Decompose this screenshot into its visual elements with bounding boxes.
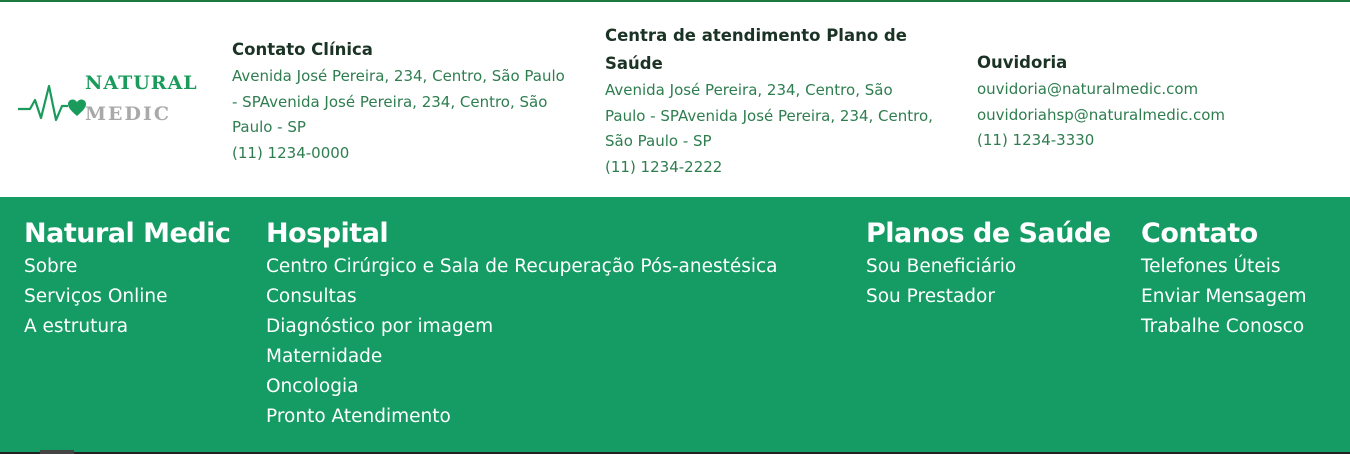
ouvidoria-phone[interactable]: (11) 1234-3330 — [977, 128, 1337, 154]
footer-column-planos: Planos de Saúde Sou Beneficiário Sou Pre… — [866, 216, 1111, 312]
contato-clinica-address: Avenida José Pereira, 234, Centro, São P… — [232, 67, 565, 136]
ouvidoria-title: Ouvidoria — [977, 53, 1068, 72]
footer-link-pronto-atendimento[interactable]: Pronto Atendimento — [266, 402, 778, 432]
footer-link-diagnostico[interactable]: Diagnóstico por imagem — [266, 312, 778, 342]
ouvidoria-email-1[interactable]: ouvidoria@naturalmedic.com — [977, 77, 1337, 103]
footer-link-enviar-mensagem[interactable]: Enviar Mensagem — [1141, 282, 1307, 312]
footer-heading-natural-medic: Natural Medic — [24, 218, 231, 249]
footer-link-trabalhe-conosco[interactable]: Trabalhe Conosco — [1141, 312, 1307, 342]
plano-saude-title: Centra de atendimento Plano de Saúde — [605, 26, 907, 73]
footer-heading-contato: Contato — [1141, 218, 1258, 249]
footer-link-sou-prestador[interactable]: Sou Prestador — [866, 282, 1111, 312]
ouvidoria-email-2[interactable]: ouvidoriahsp@naturalmedic.com — [977, 103, 1337, 129]
natural-medic-logo[interactable]: NATURAL MEDIC — [16, 70, 216, 132]
contato-clinica-phone[interactable]: (11) 1234-0000 — [232, 141, 572, 167]
contato-clinica-block: Contato Clínica Avenida José Pereira, 23… — [232, 36, 572, 166]
plano-saude-block: Centra de atendimento Plano de Saúde Ave… — [605, 22, 935, 180]
footer-link-a-estrutura[interactable]: A estrutura — [24, 312, 230, 342]
heartbeat-heart-icon — [18, 84, 86, 122]
logo-text-natural: NATURAL — [85, 72, 198, 94]
scroll-indicator — [40, 450, 74, 454]
logo-text-medic: MEDIC — [85, 103, 171, 125]
footer-column-contato: Contato Telefones Úteis Enviar Mensagem … — [1141, 216, 1307, 342]
footer-nav: Natural Medic Sobre Serviços Online A es… — [0, 197, 1350, 454]
footer-link-sobre[interactable]: Sobre — [24, 252, 230, 282]
footer-link-consultas[interactable]: Consultas — [266, 282, 778, 312]
footer-column-natural-medic: Natural Medic Sobre Serviços Online A es… — [24, 216, 231, 342]
footer-link-oncologia[interactable]: Oncologia — [266, 372, 778, 402]
footer-link-servicos-online[interactable]: Serviços Online — [24, 282, 230, 312]
footer-link-maternidade[interactable]: Maternidade — [266, 342, 778, 372]
footer-link-telefones-uteis[interactable]: Telefones Úteis — [1141, 252, 1307, 282]
footer-heading-planos: Planos de Saúde — [866, 218, 1111, 249]
footer-column-hospital: Hospital Centro Cirúrgico e Sala de Recu… — [266, 216, 778, 432]
plano-saude-address: Avenida José Pereira, 234, Centro, São P… — [605, 81, 933, 150]
ouvidoria-block: Ouvidoria ouvidoria@naturalmedic.com ouv… — [977, 49, 1337, 154]
footer-link-centro-cirurgico[interactable]: Centro Cirúrgico e Sala de Recuperação P… — [266, 252, 778, 282]
plano-saude-phone[interactable]: (11) 1234-2222 — [605, 155, 935, 181]
contato-clinica-title: Contato Clínica — [232, 40, 373, 59]
footer-heading-hospital: Hospital — [266, 218, 389, 249]
footer-link-sou-beneficiario[interactable]: Sou Beneficiário — [866, 252, 1111, 282]
contact-info-band: NATURAL MEDIC Contato Clínica Avenida Jo… — [0, 2, 1350, 197]
